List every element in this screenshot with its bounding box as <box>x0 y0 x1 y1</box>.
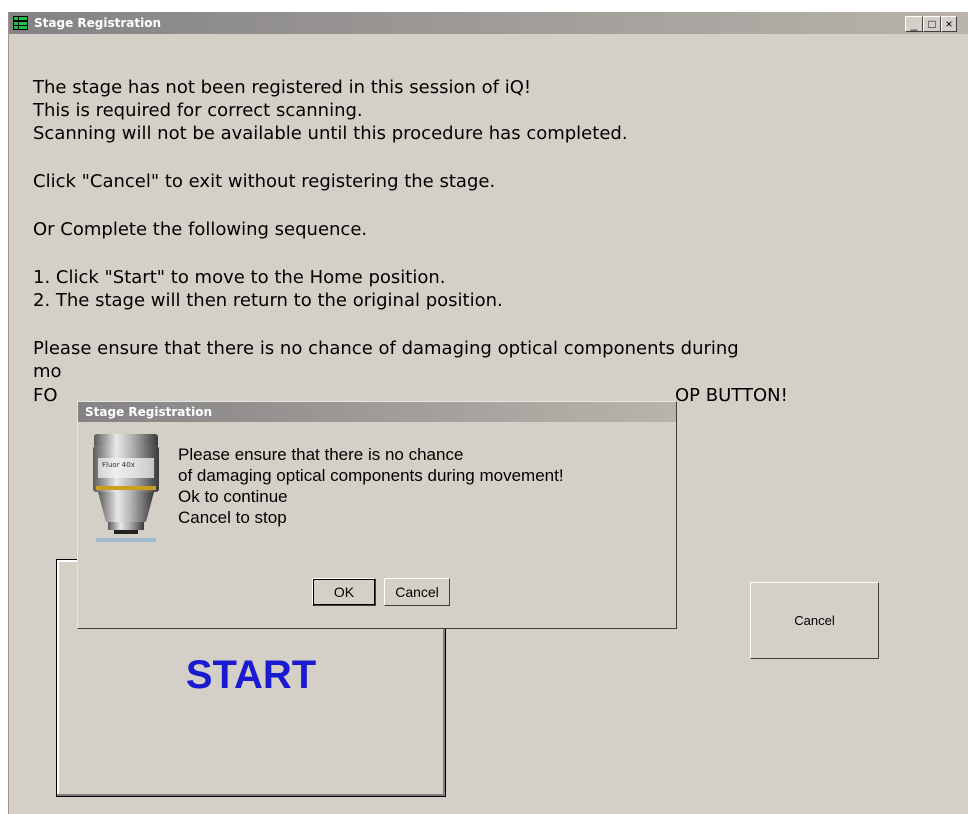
window-title: Stage Registration <box>34 16 161 30</box>
instruction-line-4: Click "Cancel" to exit without registeri… <box>33 171 496 192</box>
instruction-line-2: This is required for correct scanning. <box>33 100 363 121</box>
stage-registration-window: Stage Registration _ □ × The stage has n… <box>8 12 968 814</box>
start-button-label: START <box>185 653 317 697</box>
instruction-stop-right: OP BUTTON! <box>675 385 788 406</box>
cancel-button[interactable]: Cancel <box>750 582 879 659</box>
lens-label: Fluor 40x <box>102 461 135 469</box>
minimize-button[interactable]: _ <box>905 16 923 32</box>
dialog-message: Please ensure that there is no chance of… <box>178 444 564 528</box>
close-button[interactable]: × <box>941 16 957 32</box>
instruction-warning-cont: mo <box>33 361 62 382</box>
dialog-ok-button[interactable]: OK <box>312 578 376 606</box>
instruction-line-1: The stage has not been registered in thi… <box>33 77 532 98</box>
dialog-title: Stage Registration <box>85 405 212 419</box>
window-titlebar[interactable]: Stage Registration _ □ × <box>9 12 968 34</box>
objective-lens-icon: Fluor 40x <box>93 434 159 542</box>
confirm-dialog: Stage Registration Fluor 40x Please ensu… <box>77 401 677 629</box>
dialog-message-line-1: Please ensure that there is no chance <box>178 445 464 464</box>
dialog-titlebar[interactable]: Stage Registration <box>78 402 676 422</box>
app-icon <box>13 16 28 30</box>
dialog-message-line-3: Ok to continue <box>178 487 288 506</box>
instruction-line-3: Scanning will not be available until thi… <box>33 123 628 144</box>
maximize-button[interactable]: □ <box>923 16 941 32</box>
dialog-message-line-4: Cancel to stop <box>178 508 287 527</box>
instruction-step-2: 2. The stage will then return to the ori… <box>33 290 503 311</box>
instruction-step-1: 1. Click "Start" to move to the Home pos… <box>33 267 446 288</box>
instruction-line-5: Or Complete the following sequence. <box>33 219 368 240</box>
dialog-cancel-button[interactable]: Cancel <box>384 578 450 606</box>
instruction-warning: Please ensure that there is no chance of… <box>33 338 739 359</box>
dialog-message-line-2: of damaging optical components during mo… <box>178 466 564 485</box>
